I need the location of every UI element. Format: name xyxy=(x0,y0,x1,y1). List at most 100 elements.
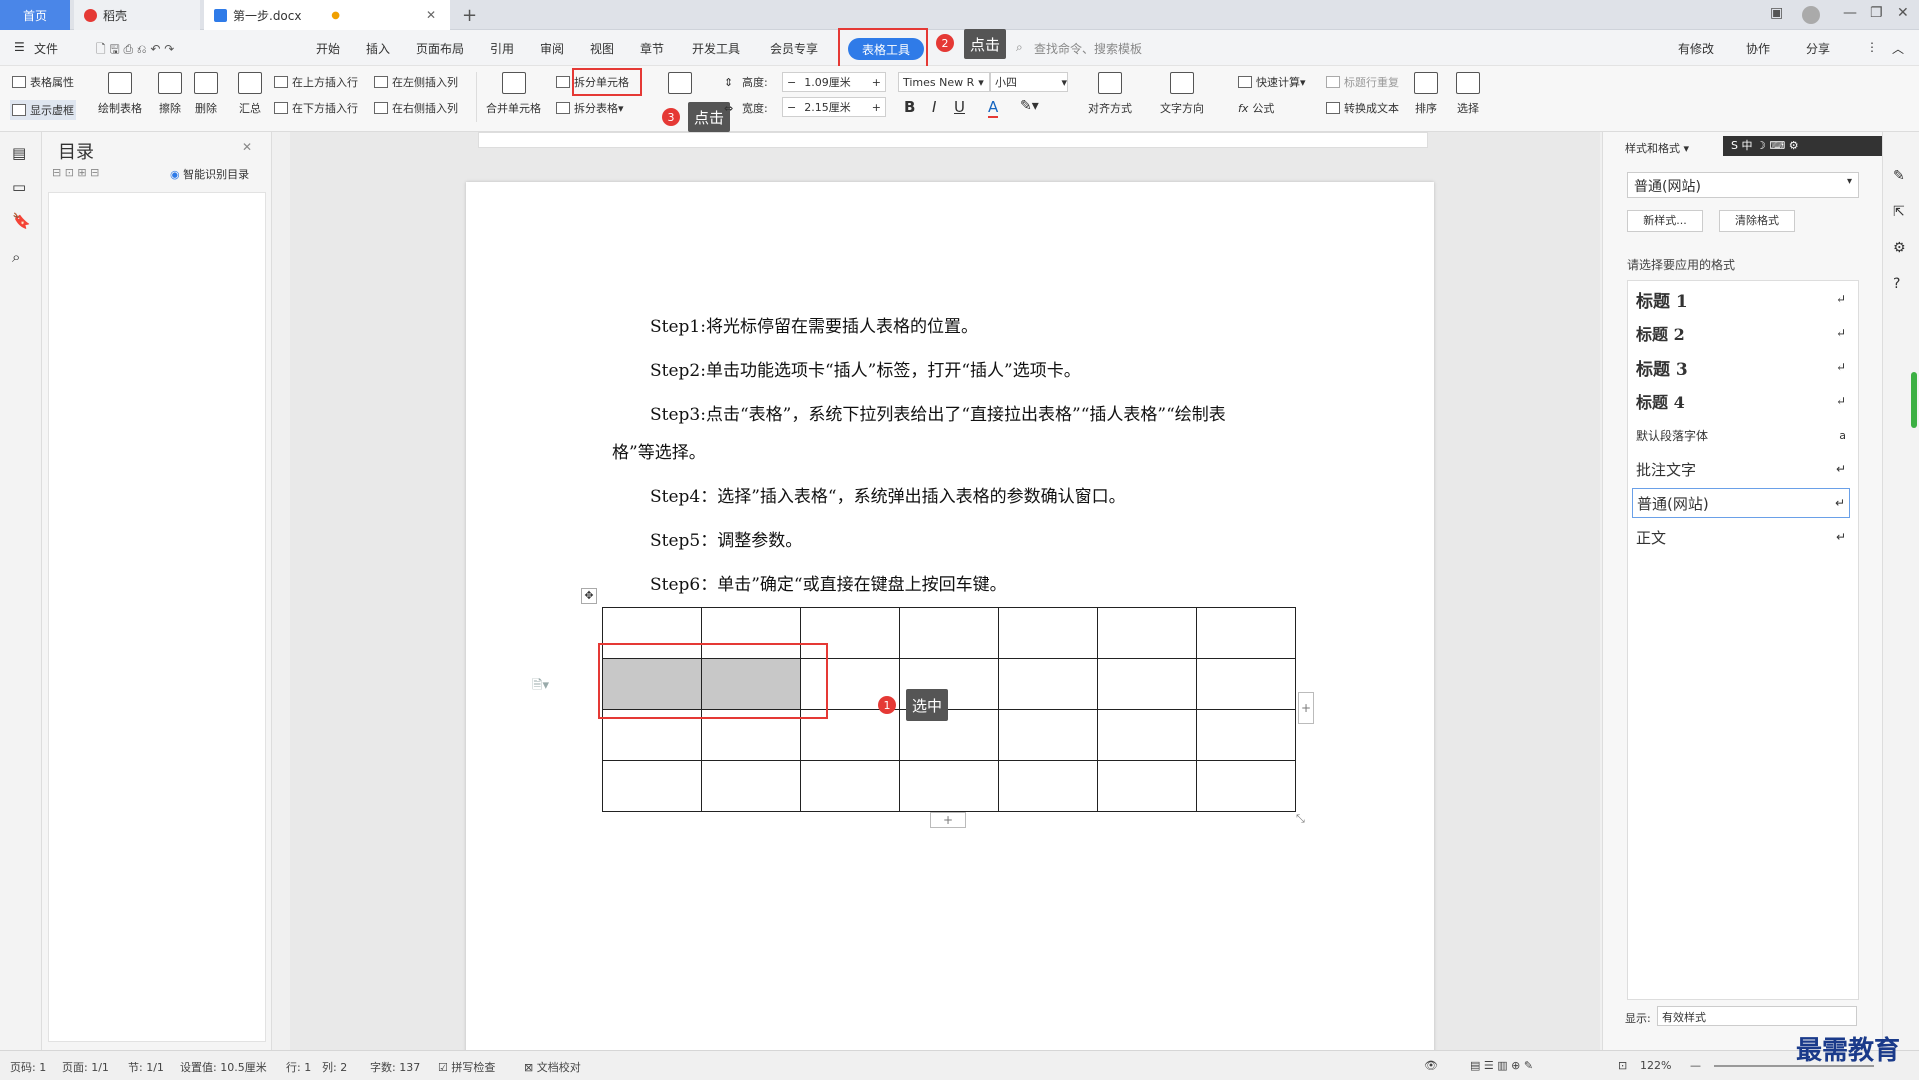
text-direction-button[interactable]: 文字方向 xyxy=(1160,72,1204,116)
find-icon[interactable]: ⌕ xyxy=(12,248,20,266)
clear-format-button[interactable]: 清除格式 xyxy=(1719,210,1795,232)
minimize-icon[interactable]: — xyxy=(1843,5,1857,21)
zoom-level[interactable]: 122% xyxy=(1640,1059,1671,1072)
menu-reference[interactable]: 引用 xyxy=(490,40,514,57)
style-heading-4[interactable]: 标题 4 ↵ xyxy=(1632,386,1850,416)
convert-to-text-button[interactable]: 转换成文本 xyxy=(1326,100,1399,116)
toc-tools-icons[interactable]: ⊟ ⊡ ⊞ ⊟ xyxy=(52,166,99,179)
table-cell[interactable] xyxy=(602,760,702,812)
table-cell[interactable] xyxy=(899,607,999,659)
summary-button[interactable]: 汇总 xyxy=(238,72,262,116)
table-cell[interactable] xyxy=(899,760,999,812)
style-heading-3[interactable]: 标题 3 ↵ xyxy=(1632,352,1850,382)
insert-col-right-button[interactable]: 在右侧插入列 xyxy=(374,100,458,116)
paragraph-menu-icon[interactable]: 🗎▾ xyxy=(532,676,549,698)
pointer-icon[interactable]: ⇱ xyxy=(1893,204,1905,220)
side-scroll-indicator[interactable] xyxy=(1911,372,1917,428)
view-mode-icons[interactable]: ▤ ☰ ▥ ⊕ ✎ xyxy=(1470,1059,1533,1072)
bookmark-icon[interactable]: 🔖 xyxy=(12,212,31,230)
menu-insert[interactable]: 插入 xyxy=(366,40,390,57)
help-icon[interactable]: ? xyxy=(1893,276,1900,292)
quick-access-icons[interactable]: 🗋 🖫 ⎙ ⎌ ↶ ↷ xyxy=(96,40,174,61)
align-button[interactable]: 对齐方式 xyxy=(1088,72,1132,116)
eye-icon[interactable]: 👁 xyxy=(1424,1059,1438,1072)
bold-button[interactable]: B xyxy=(904,98,915,116)
table-cell[interactable] xyxy=(1097,607,1197,659)
table-cell[interactable] xyxy=(1196,658,1296,710)
formula-button[interactable]: fx 公式 xyxy=(1238,100,1274,116)
insert-row-above-button[interactable]: 在上方插入行 xyxy=(274,74,358,90)
restore-icon[interactable]: ❐ xyxy=(1870,5,1883,21)
table-properties-button[interactable]: 表格属性 xyxy=(12,74,74,90)
width-stepper[interactable]: −2.15厘米 + xyxy=(782,97,886,117)
more-icon[interactable]: ⋮ xyxy=(1866,40,1878,54)
height-stepper[interactable]: −1.09厘米 + xyxy=(782,72,886,92)
close-window-icon[interactable]: ✕ xyxy=(1897,5,1909,21)
table-move-handle-icon[interactable]: ✥ xyxy=(581,588,597,604)
table-cell[interactable] xyxy=(998,709,1098,761)
menu-member[interactable]: 会员专享 xyxy=(770,40,818,57)
tab-document[interactable]: 第一步.docx ● ✕ xyxy=(204,0,450,30)
command-search[interactable]: 查找命令、搜索模板 xyxy=(1034,40,1142,57)
menu-file[interactable]: 文件 xyxy=(34,40,58,57)
show-filter-select[interactable]: 有效样式 xyxy=(1657,1006,1857,1026)
styles-header[interactable]: 样式和格式 ▾ xyxy=(1625,140,1689,156)
para-step4[interactable]: Step4：选择”插入表格“，系统弹出插入表格的参数确认窗口。 xyxy=(650,482,1126,507)
table-cell[interactable] xyxy=(1196,607,1296,659)
style-heading-1[interactable]: 标题 1 ↵ xyxy=(1632,284,1850,314)
quick-calc-button[interactable]: 快速计算 ▾ xyxy=(1238,74,1306,90)
add-column-button[interactable]: + xyxy=(1298,692,1314,724)
italic-button[interactable]: I xyxy=(932,98,936,116)
has-changes-button[interactable]: 有修改 xyxy=(1678,40,1714,57)
draw-table-button[interactable]: 绘制表格 xyxy=(98,72,142,116)
table-cell[interactable] xyxy=(1196,709,1296,761)
sort-button[interactable]: 排序 xyxy=(1414,72,1438,116)
para-step2[interactable]: Step2:单击功能选项卡“插人”标签，打开“插人”选项卡。 xyxy=(650,356,1081,381)
underline-button[interactable]: U xyxy=(954,98,965,116)
para-step3-cont[interactable]: 格”等选择。 xyxy=(612,438,706,463)
table-cell[interactable] xyxy=(1097,709,1197,761)
erase-button[interactable]: 擦除 xyxy=(158,72,182,116)
table-cell[interactable] xyxy=(1097,760,1197,812)
hamburger-icon[interactable]: ☰ xyxy=(14,40,25,54)
tab-daoke[interactable]: 稻壳 xyxy=(74,0,200,30)
menu-view[interactable]: 视图 xyxy=(590,40,614,57)
menu-review[interactable]: 审阅 xyxy=(540,40,564,57)
table-cell[interactable] xyxy=(1196,760,1296,812)
table-cell[interactable] xyxy=(800,760,900,812)
insert-row-below-button[interactable]: 在下方插入行 xyxy=(274,100,358,116)
tab-home[interactable]: 首页 xyxy=(0,0,70,30)
para-step1[interactable]: Step1:将光标停留在需要插人表格的位置。 xyxy=(650,312,978,337)
para-step5[interactable]: Step5：调整参数。 xyxy=(650,526,802,551)
new-style-button[interactable]: 新样式... xyxy=(1627,210,1703,232)
para-step6[interactable]: Step6：单击”确定“或直接在键盘上按回车键。 xyxy=(650,570,1007,595)
table-cell[interactable] xyxy=(701,760,801,812)
font-color-button[interactable]: A xyxy=(988,98,999,118)
highlight-icon[interactable]: ✎▾ xyxy=(1020,98,1039,114)
split-table-button[interactable]: 拆分表格 ▾ xyxy=(556,100,624,116)
status-words[interactable]: 字数: 137 xyxy=(370,1059,420,1075)
fit-page-icon[interactable]: ⊡ xyxy=(1618,1059,1627,1072)
proofread-button[interactable]: ⊠ 文档校对 xyxy=(524,1059,581,1075)
collaborate-button[interactable]: 协作 xyxy=(1746,40,1770,57)
avatar[interactable] xyxy=(1802,6,1820,24)
current-style-select[interactable]: 普通(网站) ▾ xyxy=(1627,172,1859,198)
zoom-out-icon[interactable]: — xyxy=(1690,1059,1701,1072)
menu-dev-tools[interactable]: 开发工具 xyxy=(692,40,740,57)
repeat-title-button[interactable]: 标题行重复 xyxy=(1326,74,1399,90)
select-button[interactable]: 选择 xyxy=(1456,72,1480,116)
close-toc-icon[interactable]: ✕ xyxy=(242,140,252,154)
collapse-ribbon-icon[interactable]: ︿ xyxy=(1892,40,1904,57)
delete-button[interactable]: 删除 xyxy=(194,72,218,116)
table-cell[interactable] xyxy=(1097,658,1197,710)
close-tab-icon[interactable]: ✕ xyxy=(426,8,436,22)
table-cell[interactable] xyxy=(998,607,1098,659)
add-row-button[interactable]: + xyxy=(930,812,966,828)
style-body[interactable]: 正文 ↵ xyxy=(1632,522,1850,552)
style-brush-icon[interactable]: ✎ xyxy=(1893,168,1905,184)
ime-toolbar[interactable]: S 中 ☽ ⌨ ⚙ xyxy=(1723,136,1883,156)
merge-cells-button[interactable]: 合并单元格 xyxy=(486,72,541,116)
chapter-nav-icon[interactable]: ▭ xyxy=(12,178,26,196)
autofit-button[interactable] xyxy=(668,72,692,100)
nav-pane-icon[interactable]: ▤ xyxy=(12,144,26,162)
